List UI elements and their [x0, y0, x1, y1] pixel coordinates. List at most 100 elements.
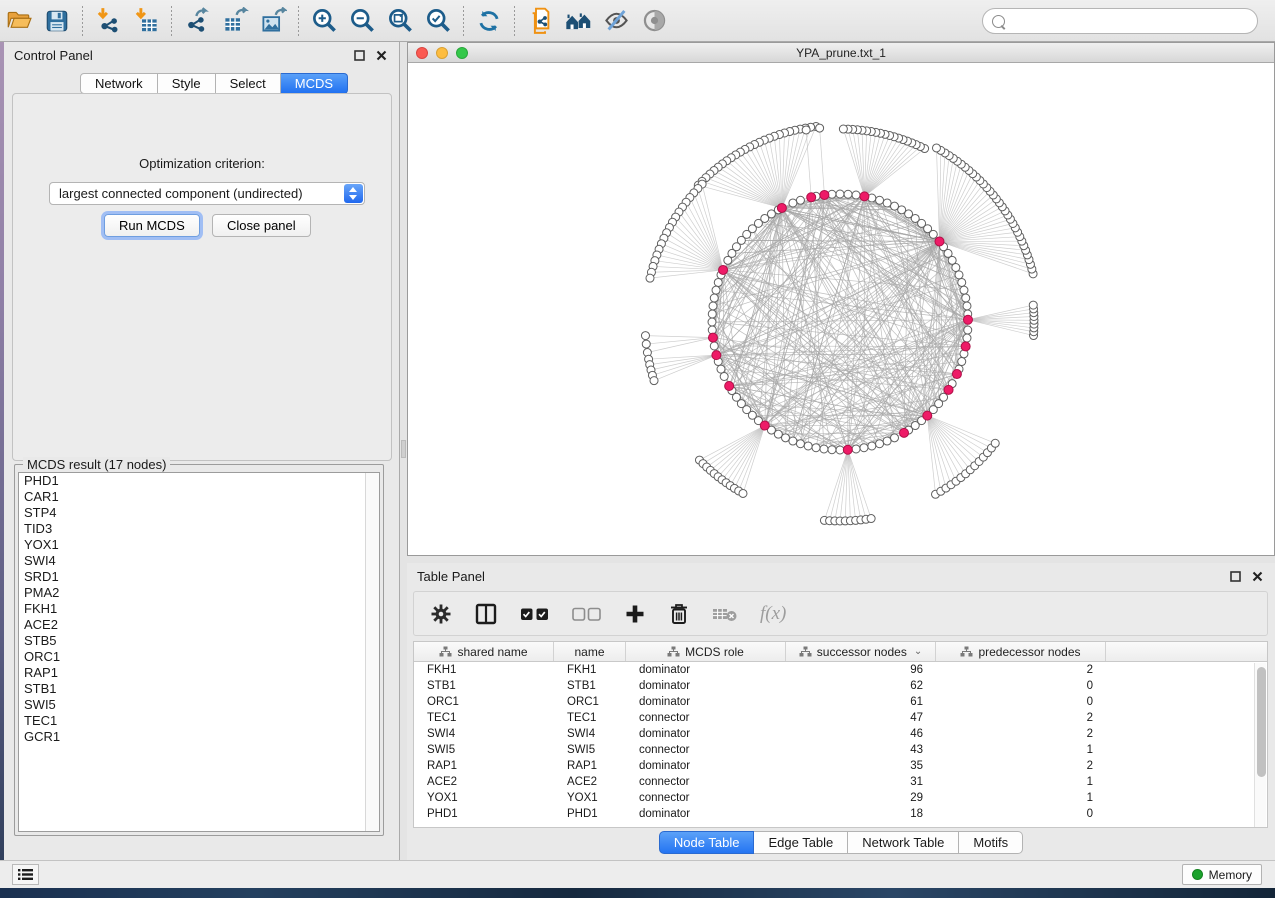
- mcds-hub-node[interactable]: [860, 192, 869, 201]
- leaf-node[interactable]: [802, 126, 810, 134]
- task-history-button[interactable]: [12, 864, 39, 885]
- table-row[interactable]: YOX1YOX1connector291: [414, 790, 1267, 806]
- mcds-result-item[interactable]: PMA2: [19, 585, 379, 601]
- minimize-window-icon[interactable]: [436, 47, 448, 59]
- table-row[interactable]: TEC1TEC1connector472: [414, 710, 1267, 726]
- table-row[interactable]: STB1STB1dominator620: [414, 678, 1267, 694]
- network-node[interactable]: [962, 294, 970, 302]
- mcds-result-item[interactable]: YOX1: [19, 537, 379, 553]
- mcds-hub-node[interactable]: [708, 333, 717, 342]
- column-header-successor-nodes[interactable]: successor nodes⌄: [786, 642, 936, 661]
- import-network-icon[interactable]: [89, 4, 127, 38]
- show-icon[interactable]: [635, 4, 673, 38]
- network-node[interactable]: [844, 190, 852, 198]
- mcds-hub-node[interactable]: [961, 342, 970, 351]
- network-node[interactable]: [836, 190, 844, 198]
- close-panel-button[interactable]: Close panel: [212, 214, 311, 237]
- leaf-node[interactable]: [1029, 301, 1037, 309]
- mcds-result-item[interactable]: ACE2: [19, 617, 379, 633]
- open-session-icon[interactable]: [0, 4, 38, 38]
- table-row[interactable]: FKH1FKH1dominator962: [414, 662, 1267, 678]
- add-row-icon[interactable]: [624, 599, 646, 629]
- mcds-result-item[interactable]: STP4: [19, 505, 379, 521]
- leaf-node[interactable]: [650, 377, 658, 385]
- maximize-window-icon[interactable]: [456, 47, 468, 59]
- leaf-node[interactable]: [867, 515, 875, 523]
- column-header-predecessor-nodes[interactable]: predecessor nodes: [936, 642, 1106, 661]
- network-node[interactable]: [883, 199, 891, 207]
- network-node[interactable]: [876, 196, 884, 204]
- network-node[interactable]: [789, 199, 797, 207]
- network-node[interactable]: [958, 358, 966, 366]
- mcds-hub-node[interactable]: [944, 385, 953, 394]
- select-all-icon[interactable]: [520, 599, 550, 629]
- float-table-panel-icon[interactable]: [1228, 569, 1243, 584]
- mcds-result-item[interactable]: GCR1: [19, 729, 379, 745]
- split-columns-icon[interactable]: [474, 599, 498, 629]
- mcds-result-item[interactable]: SWI5: [19, 697, 379, 713]
- network-node[interactable]: [712, 286, 720, 294]
- criterion-select[interactable]: largest connected component (undirected): [49, 182, 365, 205]
- leaf-node[interactable]: [641, 332, 649, 340]
- tab-style[interactable]: Style: [158, 73, 216, 94]
- mcds-hub-node[interactable]: [760, 421, 769, 430]
- mcds-result-item[interactable]: SWI4: [19, 553, 379, 569]
- network-node[interactable]: [710, 294, 718, 302]
- mcds-result-item[interactable]: TEC1: [19, 713, 379, 729]
- network-document-icon[interactable]: [521, 4, 559, 38]
- mcds-result-item[interactable]: PHD1: [19, 473, 379, 489]
- mcds-hub-node[interactable]: [820, 190, 829, 199]
- settings-icon[interactable]: [430, 599, 452, 629]
- mcds-list-scrollbar[interactable]: [365, 473, 379, 831]
- delete-rows-icon[interactable]: [668, 599, 690, 629]
- leaf-node[interactable]: [816, 124, 824, 132]
- tab-mcds[interactable]: MCDS: [281, 73, 348, 94]
- tab-motifs[interactable]: Motifs: [959, 831, 1023, 854]
- mcds-hub-node[interactable]: [843, 445, 852, 454]
- network-view[interactable]: [408, 63, 1274, 555]
- network-node[interactable]: [868, 442, 876, 450]
- network-node[interactable]: [852, 191, 860, 199]
- table-scrollbar-thumb[interactable]: [1257, 667, 1266, 777]
- network-node[interactable]: [940, 393, 948, 401]
- network-node[interactable]: [963, 302, 971, 310]
- export-table-icon[interactable]: [216, 4, 254, 38]
- tab-edge-table[interactable]: Edge Table: [754, 831, 848, 854]
- close-window-icon[interactable]: [416, 47, 428, 59]
- zoom-in-icon[interactable]: [305, 4, 343, 38]
- network-node[interactable]: [717, 365, 725, 373]
- table-row[interactable]: SWI5SWI5connector431: [414, 742, 1267, 758]
- network-node[interactable]: [782, 434, 790, 442]
- table-row[interactable]: SWI4SWI4dominator462: [414, 726, 1267, 742]
- mcds-result-item[interactable]: ORC1: [19, 649, 379, 665]
- network-node[interactable]: [852, 445, 860, 453]
- network-window-titlebar[interactable]: YPA_prune.txt_1: [408, 43, 1274, 63]
- tab-select[interactable]: Select: [216, 73, 281, 94]
- network-node[interactable]: [960, 286, 968, 294]
- network-node[interactable]: [710, 342, 718, 350]
- mcds-result-item[interactable]: CAR1: [19, 489, 379, 505]
- import-table-icon[interactable]: [127, 4, 165, 38]
- splitter-grip[interactable]: [401, 440, 406, 458]
- refresh-layout-icon[interactable]: [470, 4, 508, 38]
- network-node[interactable]: [714, 278, 722, 286]
- close-table-panel-icon[interactable]: [1250, 569, 1265, 584]
- network-node[interactable]: [709, 302, 717, 310]
- mcds-hub-node[interactable]: [777, 203, 786, 212]
- mcds-hub-node[interactable]: [725, 382, 734, 391]
- mcds-hub-node[interactable]: [719, 265, 728, 274]
- network-node[interactable]: [836, 446, 844, 454]
- export-network-icon[interactable]: [178, 4, 216, 38]
- mcds-hub-node[interactable]: [807, 193, 816, 202]
- vertical-splitter[interactable]: [400, 42, 407, 860]
- hide-icon[interactable]: [597, 4, 635, 38]
- mcds-result-item[interactable]: RAP1: [19, 665, 379, 681]
- network-node[interactable]: [860, 444, 868, 452]
- network-node[interactable]: [708, 318, 716, 326]
- tab-node-table[interactable]: Node Table: [659, 831, 755, 854]
- table-row[interactable]: ORC1ORC1dominator610: [414, 694, 1267, 710]
- network-node[interactable]: [890, 434, 898, 442]
- horizontal-splitter[interactable]: [407, 556, 1275, 563]
- mcds-result-item[interactable]: TID3: [19, 521, 379, 537]
- zoom-fit-icon[interactable]: [381, 4, 419, 38]
